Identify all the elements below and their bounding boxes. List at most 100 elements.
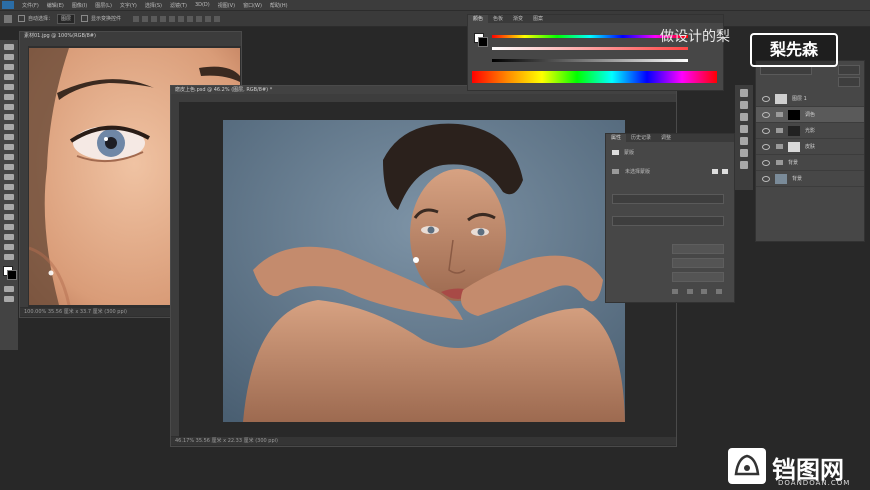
color-range-button[interactable] <box>672 258 724 268</box>
move-tool-icon[interactable] <box>4 44 14 50</box>
tab-color[interactable]: 颜色 <box>468 15 489 23</box>
align-icon[interactable] <box>196 15 203 22</box>
brush-tool-icon[interactable] <box>4 124 14 130</box>
align-icon[interactable] <box>178 15 185 22</box>
zoom-tool-icon[interactable] <box>4 244 14 250</box>
eye-icon[interactable] <box>762 175 770 182</box>
blur-tool-icon[interactable] <box>4 174 14 180</box>
more-tools-icon[interactable] <box>4 254 14 260</box>
ruler-horizontal <box>20 40 241 46</box>
screen-mode-icon[interactable] <box>4 296 14 302</box>
layer-row[interactable]: 光影 <box>756 123 864 139</box>
eye-icon[interactable] <box>762 111 770 118</box>
align-icon[interactable] <box>151 15 158 22</box>
info-icon[interactable] <box>740 161 748 169</box>
eye-icon[interactable] <box>762 127 770 134</box>
layer-row[interactable]: 调色 <box>756 107 864 123</box>
layer-row[interactable]: 背景 <box>756 171 864 187</box>
fill-field[interactable] <box>838 77 860 87</box>
marquee-tool-icon[interactable] <box>4 54 14 60</box>
align-icon[interactable] <box>160 15 167 22</box>
gradient-tool-icon[interactable] <box>4 164 14 170</box>
color-spectrum[interactable] <box>472 71 717 83</box>
quick-mask-icon[interactable] <box>4 286 14 292</box>
align-icon[interactable] <box>133 15 140 22</box>
tab-gradients[interactable]: 渐变 <box>508 15 528 23</box>
clone-stamp-icon[interactable] <box>4 134 14 140</box>
menu-select[interactable]: 选择(S) <box>145 2 162 9</box>
select-and-mask-button[interactable] <box>672 244 724 254</box>
eyedropper-tool-icon[interactable] <box>4 104 14 110</box>
align-icon[interactable] <box>169 15 176 22</box>
invert-button[interactable] <box>672 272 724 282</box>
tab-properties[interactable]: 属性 <box>606 134 627 142</box>
menu-view[interactable]: 视图(V) <box>218 2 235 9</box>
density-slider[interactable] <box>612 194 724 204</box>
menu-type[interactable]: 文字(Y) <box>120 2 137 9</box>
delete-mask-icon[interactable] <box>715 289 722 294</box>
menu-edit[interactable]: 编辑(E) <box>47 2 64 9</box>
hand-tool-icon[interactable] <box>4 234 14 240</box>
transform-controls-checkbox[interactable] <box>81 15 89 22</box>
menu-image[interactable]: 图像(I) <box>72 2 87 9</box>
pen-tool-icon[interactable] <box>4 194 14 200</box>
menu-file[interactable]: 文件(F) <box>22 2 39 9</box>
crop-tool-icon[interactable] <box>4 84 14 90</box>
frame-tool-icon[interactable] <box>4 94 14 100</box>
load-selection-icon[interactable] <box>672 289 678 294</box>
layer-row[interactable]: 皮肤 <box>756 139 864 155</box>
vector-mask-icon[interactable] <box>722 169 728 174</box>
healing-brush-icon[interactable] <box>4 114 14 120</box>
menu-filter[interactable]: 滤镜(T) <box>170 2 187 9</box>
menu-3d[interactable]: 3D(D) <box>195 2 210 8</box>
menu-layer[interactable]: 图层(L) <box>95 2 112 9</box>
channels-icon[interactable] <box>740 125 748 133</box>
move-tool-icon[interactable] <box>4 14 12 23</box>
menu-help[interactable]: 帮助(H) <box>270 2 288 9</box>
pixel-mask-icon[interactable] <box>712 169 718 174</box>
align-icon[interactable] <box>214 15 221 22</box>
document-tab[interactable]: 素材01.jpg @ 100%(RGB/8#) <box>20 32 241 40</box>
dodge-tool-icon[interactable] <box>4 184 14 190</box>
opacity-field[interactable] <box>838 65 860 75</box>
auto-select-dropdown[interactable]: 图层 <box>57 13 76 24</box>
align-tools <box>133 15 223 22</box>
apply-mask-icon[interactable] <box>686 289 693 294</box>
align-icon[interactable] <box>142 15 149 22</box>
main-photo[interactable] <box>223 120 625 422</box>
tab-adjustments[interactable]: 调整 <box>656 134 676 142</box>
tab-swatches[interactable]: 色板 <box>488 15 508 23</box>
shape-tool-icon[interactable] <box>4 224 14 230</box>
tab-patterns[interactable]: 图案 <box>528 15 548 23</box>
document-window-main[interactable]: 磨皮上色.psd @ 46.2% (图层, RGB/8#) * 46.17% 3… <box>170 85 677 447</box>
background-color-swatch[interactable] <box>478 37 488 47</box>
paths-icon[interactable] <box>740 137 748 145</box>
properties-icon[interactable] <box>740 149 748 157</box>
align-icon[interactable] <box>187 15 194 22</box>
color-swatches[interactable] <box>0 266 18 282</box>
feather-slider[interactable] <box>612 216 724 226</box>
auto-select-checkbox[interactable] <box>18 15 25 22</box>
path-select-icon[interactable] <box>4 214 14 220</box>
type-tool-icon[interactable] <box>4 204 14 210</box>
history-icon[interactable] <box>740 113 748 121</box>
hue-slider[interactable] <box>492 35 688 38</box>
eye-icon[interactable] <box>762 159 770 166</box>
disable-mask-icon[interactable] <box>701 289 708 294</box>
menu-window[interactable]: 窗口(W) <box>243 2 262 9</box>
styles-icon[interactable] <box>740 101 748 109</box>
tab-history[interactable]: 历史记录 <box>626 134 656 142</box>
eraser-tool-icon[interactable] <box>4 154 14 160</box>
lasso-tool-icon[interactable] <box>4 64 14 70</box>
saturation-slider[interactable] <box>492 47 688 50</box>
eye-icon[interactable] <box>762 143 770 150</box>
layer-row[interactable]: 背景 <box>756 155 864 171</box>
history-brush-icon[interactable] <box>4 144 14 150</box>
eye-icon[interactable] <box>762 95 770 102</box>
adjustments-icon[interactable] <box>740 89 748 97</box>
tools-panel <box>0 40 18 350</box>
layer-row[interactable]: 图层 1 <box>756 91 864 107</box>
quick-select-tool-icon[interactable] <box>4 74 14 80</box>
brightness-slider[interactable] <box>492 59 688 62</box>
align-icon[interactable] <box>205 15 212 22</box>
